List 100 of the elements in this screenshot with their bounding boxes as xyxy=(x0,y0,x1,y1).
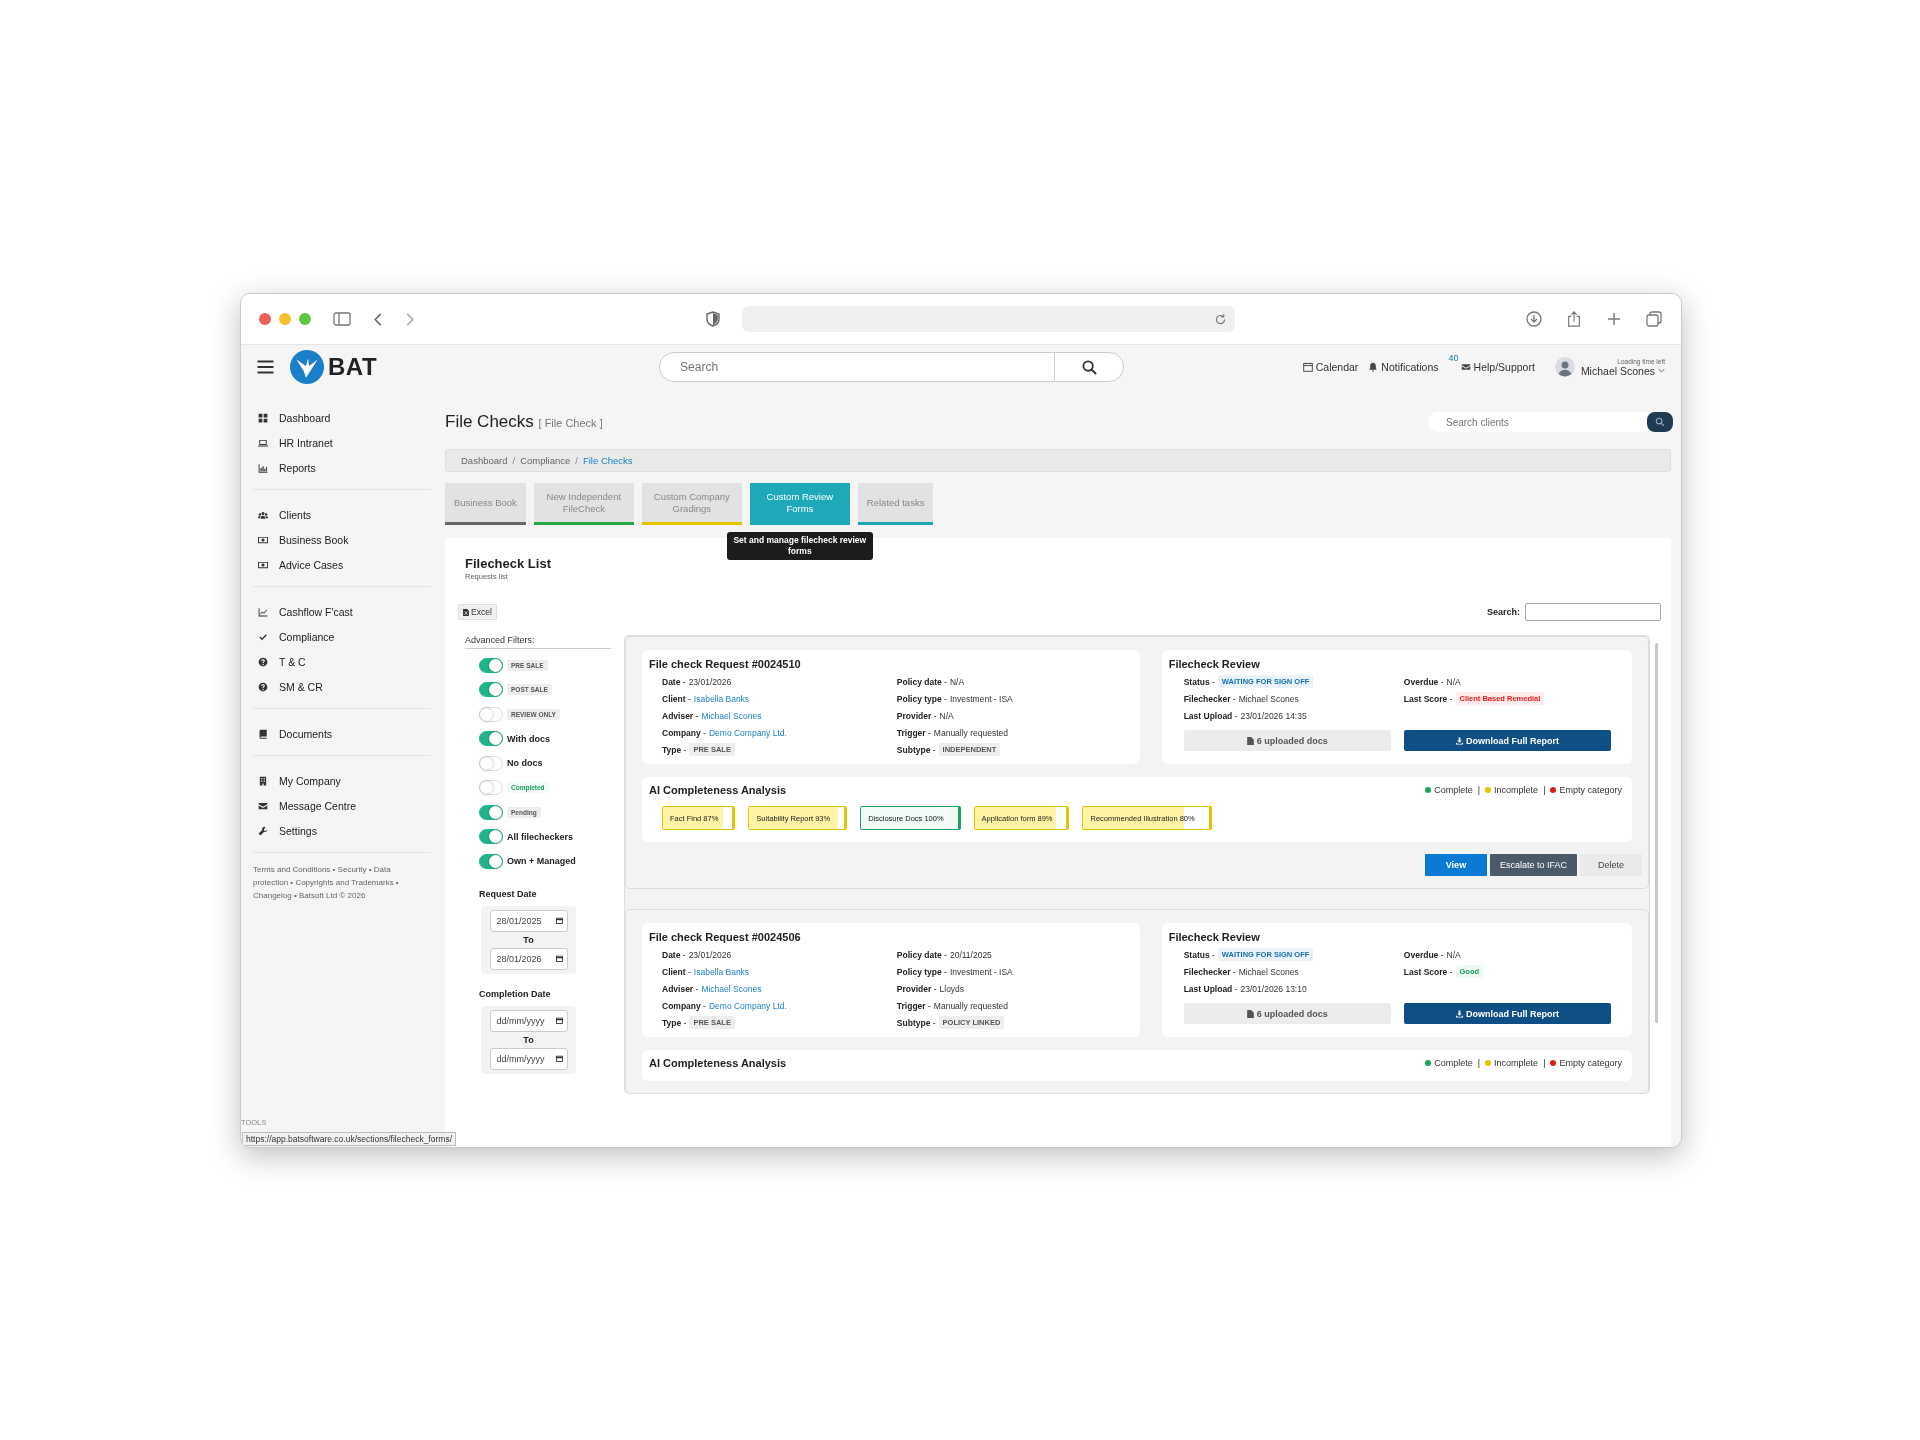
excel-button[interactable]: Excel xyxy=(458,604,497,620)
calendar-icon xyxy=(1302,362,1313,372)
bar-chart-icon xyxy=(258,463,268,473)
date-filter-title: Request Date xyxy=(479,888,538,899)
banknote-icon xyxy=(258,560,268,570)
avatar-icon[interactable] xyxy=(1554,357,1575,377)
maximize-icon[interactable] xyxy=(299,313,311,325)
sidebar-item[interactable]: HR Intranet xyxy=(253,434,431,452)
field-value: N/A xyxy=(939,710,954,721)
header-link[interactable]: Help/Support xyxy=(1460,361,1535,373)
sidebar-toggle-icon[interactable] xyxy=(333,311,351,327)
breadcrumb-link[interactable]: Dashboard xyxy=(461,455,508,466)
menu-icon[interactable] xyxy=(257,360,274,374)
sidebar-item[interactable]: T & C xyxy=(253,653,431,671)
search-input[interactable]: Search xyxy=(660,353,1055,381)
legend-separator: | xyxy=(1543,1058,1546,1068)
download-report-button[interactable]: Download Full Report xyxy=(1403,730,1611,751)
forward-icon[interactable] xyxy=(405,311,415,327)
field-label: Adviser - xyxy=(662,710,699,721)
field-link[interactable]: Michael Scones xyxy=(701,710,762,721)
toggle-switch[interactable] xyxy=(479,804,503,820)
tabs-icon[interactable] xyxy=(1645,311,1663,327)
field-label: Policy type - xyxy=(896,693,947,704)
sidebar-item[interactable]: Advice Cases xyxy=(253,556,431,574)
uploaded-docs-button[interactable]: 6 uploaded docs xyxy=(1183,730,1391,751)
breadcrumb-link[interactable]: Compliance xyxy=(520,455,571,466)
file-icon xyxy=(1246,736,1254,745)
field-label: Trigger - xyxy=(896,1000,931,1011)
users-icon xyxy=(258,510,268,520)
filter-label: All filecheckers xyxy=(507,831,574,842)
ai-analysis-title: AI Completeness Analysis xyxy=(649,1057,787,1069)
legend-label: Empty category xyxy=(1559,1058,1622,1068)
book-icon xyxy=(258,729,268,739)
field-value: Investment - ISA xyxy=(949,966,1013,977)
download-report-button[interactable]: Download Full Report xyxy=(1403,1003,1611,1024)
calendar-icon xyxy=(555,1055,563,1062)
field-label: Trigger - xyxy=(896,727,931,738)
legend-label: Complete xyxy=(1434,1058,1473,1068)
field-label: Last Score - xyxy=(1403,966,1453,977)
download-icon[interactable] xyxy=(1525,311,1543,327)
sidebar-item[interactable]: Compliance xyxy=(253,628,431,646)
date-range-to: To xyxy=(523,934,534,945)
legend-label: Incomplete xyxy=(1494,785,1539,795)
date-filter-title: Completion Date xyxy=(479,988,552,999)
minimize-icon[interactable] xyxy=(279,313,291,325)
search-field[interactable]: Search xyxy=(659,352,1125,382)
date-field[interactable]: 28/01/2026 xyxy=(489,947,568,970)
field-link[interactable]: Demo Company Ltd. xyxy=(708,727,787,738)
legend-separator: | xyxy=(1477,785,1481,795)
date-field[interactable]: 28/01/2025 xyxy=(489,909,568,932)
sidebar-item[interactable]: Clients xyxy=(253,506,431,524)
search-field[interactable] xyxy=(1525,603,1661,621)
uploaded-docs-button[interactable]: 6 uploaded docs xyxy=(1183,1003,1391,1024)
field-label: Adviser - xyxy=(662,983,699,994)
file-icon xyxy=(1246,1009,1254,1018)
calendar-icon xyxy=(555,917,563,924)
field-link[interactable]: Isabella Banks xyxy=(693,693,750,704)
date-field[interactable]: dd/mm/yyyy xyxy=(489,1047,568,1070)
footer-links: Terms and Conditions • Security • Data protection • Copyrights and Trademarks • Changelog • Batsoft Ltd © 2026 xyxy=(253,864,400,902)
sidebar-item[interactable]: Cashflow F'cast xyxy=(253,603,431,621)
field-link[interactable]: Demo Company Ltd. xyxy=(708,1000,787,1011)
caret-icon xyxy=(1658,368,1665,373)
header-link[interactable]: Calendar xyxy=(1302,361,1359,373)
sidebar-item[interactable]: Message Centre xyxy=(253,797,431,815)
sidebar-item[interactable]: Business Book xyxy=(253,531,431,549)
reload-icon[interactable] xyxy=(1213,312,1227,326)
date-field[interactable]: dd/mm/yyyy xyxy=(489,1009,568,1032)
share-icon[interactable] xyxy=(1565,311,1583,327)
action-button[interactable]: Escalate to IFAC xyxy=(1489,854,1577,876)
action-button[interactable]: View xyxy=(1424,854,1487,876)
breadcrumb-separator: / xyxy=(575,455,578,466)
sidebar-item[interactable]: My Company xyxy=(253,772,431,790)
field-label: Client - xyxy=(662,966,691,977)
plus-icon[interactable] xyxy=(1605,311,1623,327)
back-icon[interactable] xyxy=(373,311,383,327)
field-link[interactable]: Michael Scones xyxy=(701,983,762,994)
toggle-switch[interactable] xyxy=(479,731,503,747)
sidebar-item[interactable]: Documents xyxy=(253,725,431,743)
field-value: 23/01/2026 xyxy=(688,676,732,687)
sidebar-item[interactable]: SM & CR xyxy=(253,678,431,696)
action-button[interactable]: Delete xyxy=(1580,854,1642,876)
field-value: 23/01/2026 xyxy=(688,949,732,960)
toggle-switch[interactable] xyxy=(479,682,503,698)
toggle-switch[interactable] xyxy=(479,853,503,869)
close-icon[interactable] xyxy=(259,313,271,325)
sidebar-item[interactable]: Dashboard xyxy=(253,409,431,427)
sidebar-item[interactable]: Settings xyxy=(253,822,431,840)
filter-label: Own + Managed xyxy=(507,856,576,867)
breadcrumb-link[interactable]: File Checks xyxy=(582,455,633,466)
tooltip: Set and manage filecheck review forms xyxy=(726,532,873,560)
search-button[interactable] xyxy=(1647,412,1673,432)
toggle-switch[interactable] xyxy=(479,657,503,673)
field-link[interactable]: Isabella Banks xyxy=(693,966,750,977)
shield-icon[interactable] xyxy=(705,311,720,327)
toggle-switch[interactable] xyxy=(479,829,503,845)
field-label: Last Score - xyxy=(1403,693,1453,704)
header-link[interactable]: Notifications xyxy=(1368,361,1439,373)
sidebar-item[interactable]: Reports xyxy=(253,459,431,477)
check-icon xyxy=(258,632,268,642)
legend-label: Empty category xyxy=(1559,785,1622,795)
